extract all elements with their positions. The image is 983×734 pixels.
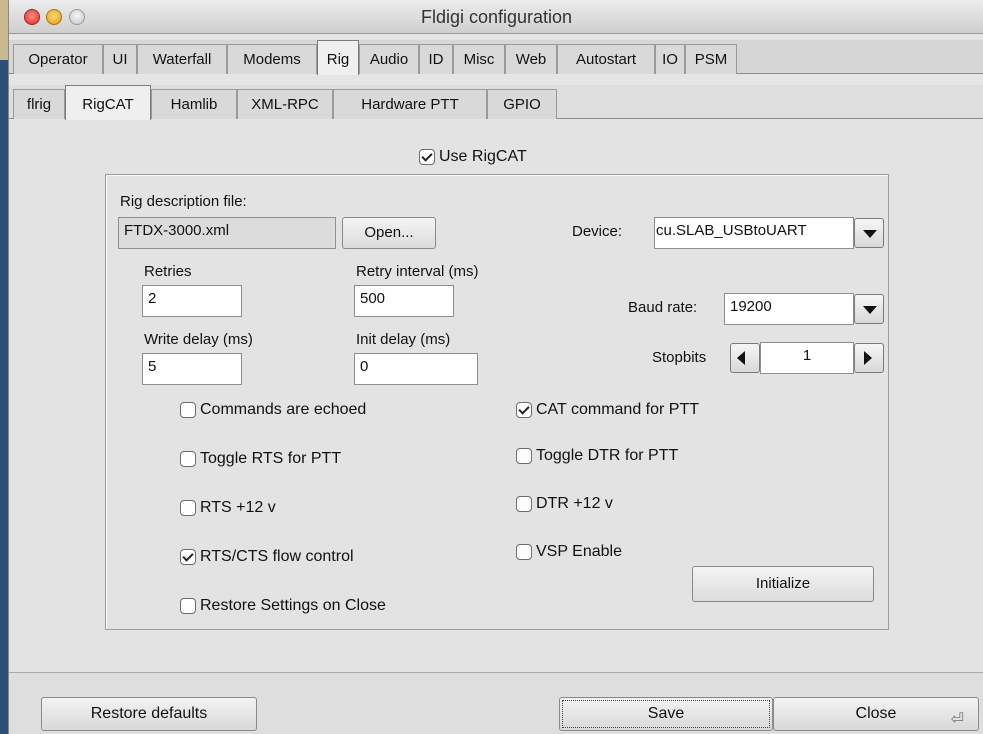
- tab-flrig[interactable]: flrig: [13, 89, 65, 119]
- device-label: Device:: [572, 223, 623, 240]
- checkbox-box: [180, 500, 196, 516]
- checkbox-box: [516, 544, 532, 560]
- vsp-enable-checkbox[interactable]: VSP Enable: [516, 541, 622, 563]
- rts-cts-flow-checkbox[interactable]: RTS/CTS flow control: [180, 546, 354, 568]
- tab-audio[interactable]: Audio: [359, 44, 419, 74]
- stopbits-field[interactable]: 1: [760, 342, 854, 374]
- save-button[interactable]: Save: [559, 697, 773, 731]
- tab-rig[interactable]: Rig: [317, 40, 359, 75]
- restore-defaults-button[interactable]: Restore defaults: [41, 697, 257, 731]
- baud-rate-label: Baud rate:: [628, 299, 698, 316]
- tab-io[interactable]: IO: [655, 44, 685, 74]
- dtr-12v-label: DTR +12 v: [536, 495, 613, 512]
- arrow-left-icon: [737, 351, 745, 365]
- cat-ptt-checkbox[interactable]: CAT command for PTT: [516, 399, 699, 421]
- title-bar[interactable]: Fldigi configuration: [9, 0, 983, 34]
- config-window: Fldigi configuration Operator UI Waterfa…: [8, 0, 983, 734]
- baud-rate-dropdown-button[interactable]: [854, 294, 884, 324]
- init-delay-field[interactable]: 0: [354, 353, 478, 385]
- tab-ui[interactable]: UI: [103, 44, 137, 74]
- checkbox-box: [419, 149, 435, 165]
- tab-psm[interactable]: PSM: [685, 44, 737, 74]
- rig-description-label: Rig description file:: [120, 193, 247, 210]
- use-rigcat-checkbox[interactable]: Use RigCAT: [419, 146, 527, 168]
- rigcat-panel: Use RigCAT Rig description file: FTDX-30…: [9, 120, 983, 672]
- window-title: Fldigi configuration: [420, 7, 573, 27]
- open-button[interactable]: Open...: [342, 217, 436, 249]
- restore-settings-checkbox[interactable]: Restore Settings on Close: [180, 595, 386, 617]
- init-delay-label: Init delay (ms): [356, 331, 451, 348]
- restore-settings-label: Restore Settings on Close: [200, 597, 386, 614]
- rts-cts-flow-label: RTS/CTS flow control: [200, 548, 354, 565]
- toggle-rts-checkbox[interactable]: Toggle RTS for PTT: [180, 448, 341, 470]
- checkbox-box: [180, 598, 196, 614]
- device-field[interactable]: cu.SLAB_USBtoUART: [654, 217, 854, 249]
- commands-echoed-label: Commands are echoed: [200, 401, 367, 418]
- tab-rigcat[interactable]: RigCAT: [65, 85, 151, 120]
- retry-interval-field[interactable]: 500: [354, 285, 454, 317]
- vsp-enable-label: VSP Enable: [536, 543, 622, 560]
- device-dropdown-button[interactable]: [854, 218, 884, 248]
- rig-description-field[interactable]: FTDX-3000.xml: [118, 217, 336, 249]
- stopbits-label: Stopbits: [652, 349, 707, 366]
- tab-xml-rpc[interactable]: XML-RPC: [237, 89, 333, 119]
- main-tab-bar: Operator UI Waterfall Modems Rig Audio I…: [9, 40, 983, 75]
- return-key-icon: ⏎: [950, 711, 964, 728]
- checkbox-box: [516, 402, 532, 418]
- rts-12v-checkbox[interactable]: RTS +12 v: [180, 497, 276, 519]
- initialize-button[interactable]: Initialize: [692, 566, 874, 602]
- tab-hamlib[interactable]: Hamlib: [151, 89, 237, 119]
- arrow-right-icon: [864, 351, 872, 365]
- checkbox-box: [516, 448, 532, 464]
- checkbox-box: [180, 402, 196, 418]
- baud-rate-field[interactable]: 19200: [724, 293, 854, 325]
- tab-waterfall[interactable]: Waterfall: [137, 44, 227, 74]
- retry-interval-label: Retry interval (ms): [356, 263, 479, 280]
- rigcat-settings-group: Rig description file: FTDX-3000.xml Open…: [105, 174, 889, 630]
- tab-id[interactable]: ID: [419, 44, 453, 74]
- retries-field[interactable]: 2: [142, 285, 242, 317]
- tab-hardware-ptt[interactable]: Hardware PTT: [333, 89, 487, 119]
- stopbits-increment-button[interactable]: [854, 343, 884, 373]
- tab-misc[interactable]: Misc: [453, 44, 505, 74]
- checkbox-box: [180, 549, 196, 565]
- close-button-label: Close: [855, 705, 897, 722]
- rts-12v-label: RTS +12 v: [200, 499, 276, 516]
- tab-modems[interactable]: Modems: [227, 44, 317, 74]
- write-delay-field[interactable]: 5: [142, 353, 242, 385]
- toggle-dtr-label: Toggle DTR for PTT: [536, 447, 679, 464]
- write-delay-label: Write delay (ms): [144, 331, 253, 348]
- checkbox-box: [516, 496, 532, 512]
- cat-ptt-label: CAT command for PTT: [536, 401, 699, 418]
- retries-label: Retries: [144, 263, 192, 280]
- tab-web[interactable]: Web: [505, 44, 557, 74]
- rig-sub-tab-bar: flrig RigCAT Hamlib XML-RPC Hardware PTT…: [9, 85, 983, 120]
- checkbox-box: [180, 451, 196, 467]
- footer-bar: Restore defaults Save Close ⏎: [9, 672, 983, 734]
- chevron-down-icon: [863, 306, 877, 314]
- tab-autostart[interactable]: Autostart: [557, 44, 655, 74]
- tab-operator[interactable]: Operator: [13, 44, 103, 74]
- close-button[interactable]: Close ⏎: [773, 697, 979, 731]
- commands-echoed-checkbox[interactable]: Commands are echoed: [180, 399, 366, 421]
- toggle-dtr-checkbox[interactable]: Toggle DTR for PTT: [516, 445, 678, 467]
- stopbits-decrement-button[interactable]: [730, 343, 760, 373]
- tab-gpio[interactable]: GPIO: [487, 89, 557, 119]
- dtr-12v-checkbox[interactable]: DTR +12 v: [516, 493, 613, 515]
- chevron-down-icon: [863, 230, 877, 238]
- toggle-rts-label: Toggle RTS for PTT: [200, 450, 342, 467]
- use-rigcat-label: Use RigCAT: [439, 148, 527, 165]
